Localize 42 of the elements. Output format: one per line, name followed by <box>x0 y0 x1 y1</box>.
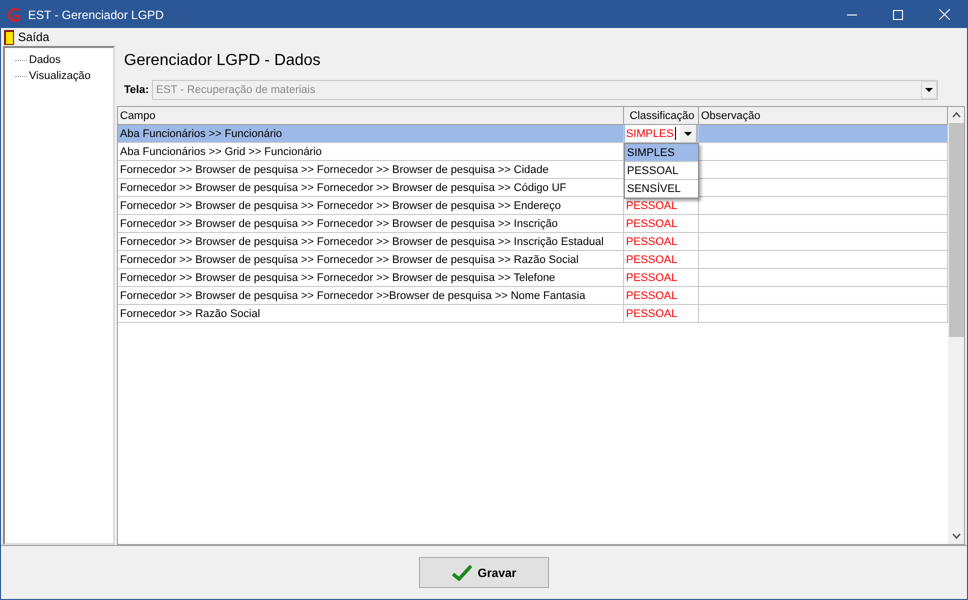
table-cell: Fornecedor >> Razão Social <box>118 305 624 323</box>
dropdown-option[interactable]: SENSÍVEL <box>625 180 698 198</box>
table-cell: Fornecedor >> Browser de pesquisa >> Fornecedor >> Browser de pesquisa >> Inscrição Estadual <box>118 233 624 251</box>
table-cell: PESSOAL <box>624 233 699 251</box>
column-header: Campo <box>118 107 624 125</box>
table-cell: Fornecedor >> Browser de pesquisa >> Fornecedor >> Browser de pesquisa >> Código UF <box>118 179 624 197</box>
text-cursor <box>674 127 676 140</box>
table-cell: PESSOAL <box>624 215 699 233</box>
save-button[interactable]: Gravar <box>419 557 549 588</box>
caret-icon <box>925 88 933 92</box>
app-logo-icon <box>6 6 22 22</box>
table-cell: Aba Funcionários >> Grid >> Funcionário <box>118 143 624 161</box>
menu-item[interactable]: Saída <box>18 30 50 44</box>
checkmark-icon <box>452 564 472 580</box>
close-icon <box>938 9 950 20</box>
dropdown-option[interactable]: PESSOAL <box>625 162 698 180</box>
table-cell: Fornecedor >> Browser de pesquisa >> Fornecedor >> Browser de pesquisa >> Endereço <box>118 197 624 215</box>
table-cell: PESSOAL <box>624 269 699 287</box>
maximize-icon <box>893 10 903 20</box>
table-cell: PESSOAL <box>624 305 699 323</box>
column-header: Classificação <box>624 107 699 125</box>
dropdown-option[interactable]: SIMPLES <box>625 144 698 162</box>
table-cell: Fornecedor >> Browser de pesquisa >> Fornecedor >> Browser de pesquisa >> Razão Social <box>118 251 624 269</box>
table-cell: Fornecedor >> Browser de pesquisa >> Fornecedor >> Browser de pesquisa >> Cidade <box>118 161 624 179</box>
column-header: Observação <box>699 107 948 125</box>
scroll-up-icon[interactable] <box>952 112 960 118</box>
scrollbar-thumb[interactable] <box>948 123 964 337</box>
field-label: Tela: <box>124 84 150 96</box>
table-cell: PESSOAL <box>624 287 699 305</box>
table-cell: Fornecedor >> Browser de pesquisa >> Fornecedor >>Browser de pesquisa >> Nome Fantasia <box>118 287 624 305</box>
table-cell: PESSOAL <box>624 251 699 269</box>
scroll-down-icon[interactable] <box>952 533 960 539</box>
table-cell: Fornecedor >> Browser de pesquisa >> Fornecedor >> Browser de pesquisa >> Telefone <box>118 269 624 287</box>
tree-item[interactable]: Visualização <box>29 70 91 82</box>
door-icon <box>4 30 14 44</box>
window-title: EST - Gerenciador LGPD <box>28 8 165 22</box>
page-heading: Gerenciador LGPD - Dados <box>124 52 322 71</box>
classification-dropdown[interactable]: SIMPLES <box>625 125 696 142</box>
caret-icon <box>684 132 692 136</box>
table-cell: Fornecedor >> Browser de pesquisa >> Fornecedor >> Browser de pesquisa >> Inscrição <box>118 215 624 233</box>
table-cell: Aba Funcionários >> Funcionário <box>118 125 624 143</box>
tree-item[interactable]: Dados <box>29 54 61 66</box>
